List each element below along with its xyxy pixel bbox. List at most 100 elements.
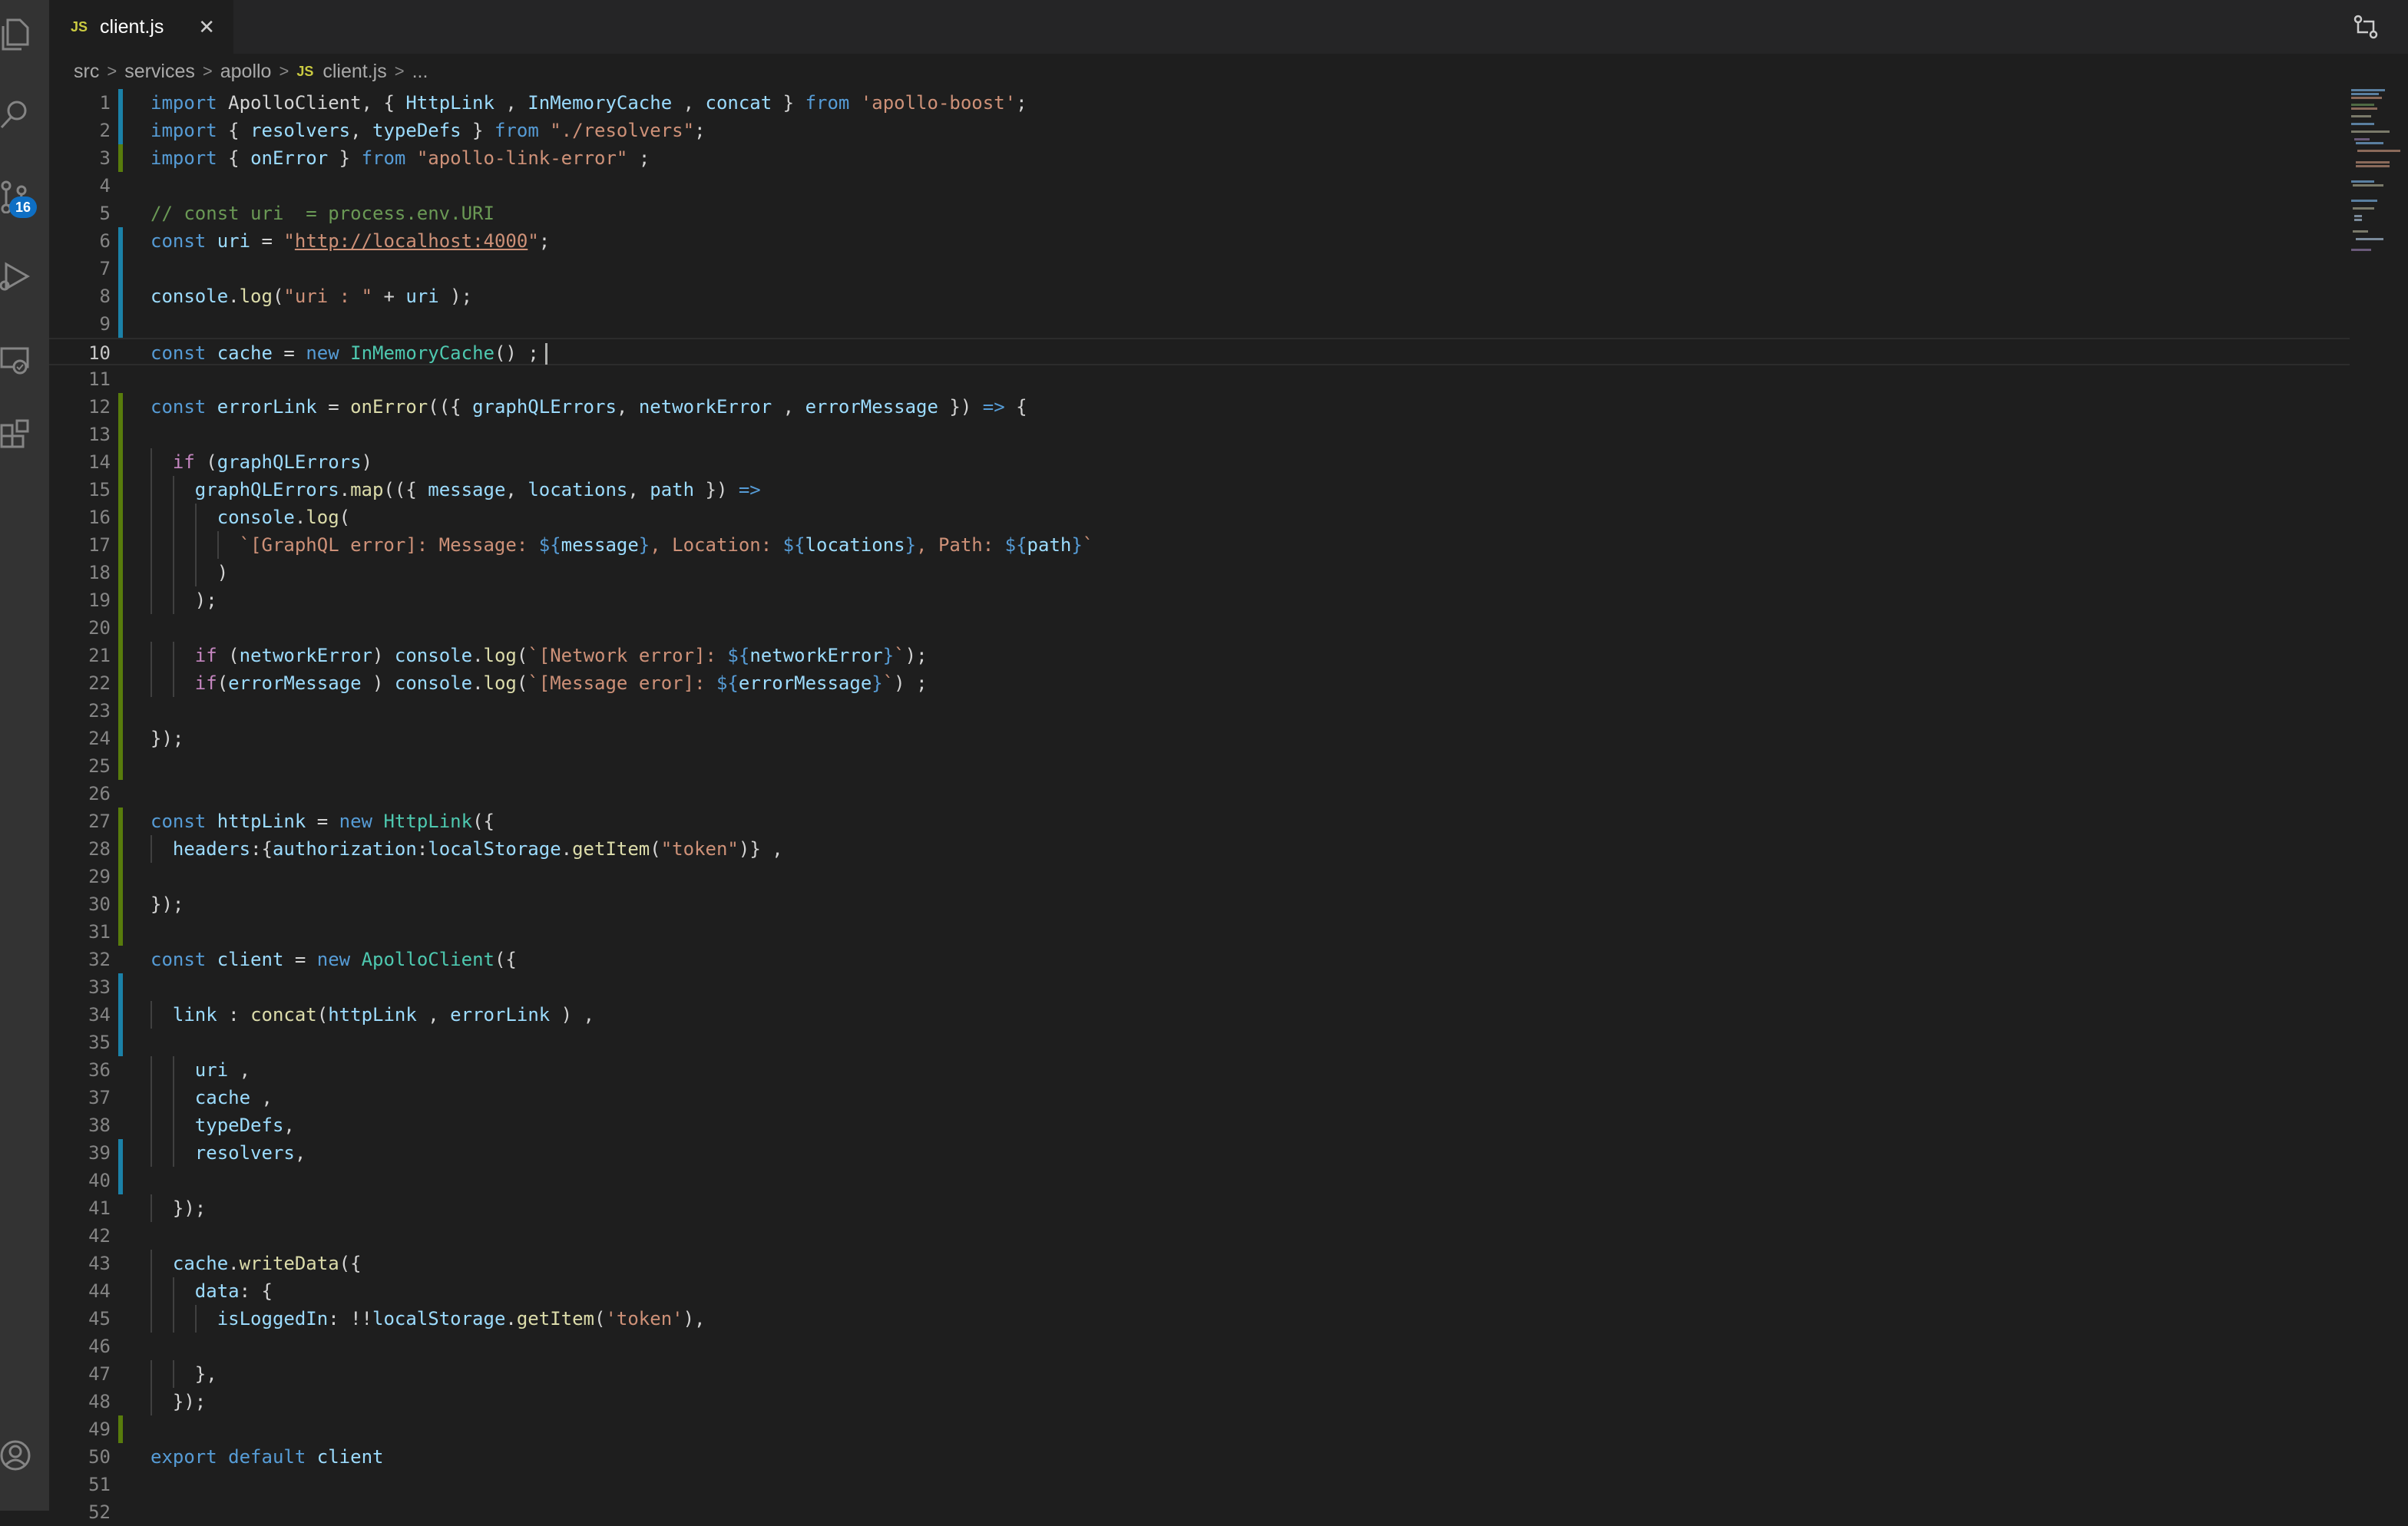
git-added-marker[interactable] <box>118 144 123 172</box>
code-line[interactable]: 37 cache , <box>49 1084 2350 1111</box>
code-line[interactable]: 10 const cache = new InMemoryCache() ; <box>49 338 2350 365</box>
git-added-marker[interactable] <box>118 448 123 476</box>
code-content[interactable]: const httpLink = new HttpLink({ <box>150 808 495 835</box>
code-line[interactable]: 31 <box>49 918 2350 946</box>
code-content[interactable]: typeDefs, <box>150 1111 295 1139</box>
code-content[interactable]: ); <box>150 586 217 614</box>
code-line[interactable]: 19 ); <box>49 586 2350 614</box>
code-content[interactable]: }); <box>150 725 184 752</box>
run-debug-icon[interactable] <box>0 253 37 299</box>
git-modified-marker[interactable] <box>118 973 123 1001</box>
git-modified-marker[interactable] <box>118 310 123 338</box>
code-line[interactable]: 52 <box>49 1498 2350 1526</box>
code-line[interactable]: 42 <box>49 1222 2350 1250</box>
code-line[interactable]: 29 <box>49 863 2350 890</box>
code-line[interactable]: 26 <box>49 780 2350 808</box>
git-added-marker[interactable] <box>118 725 123 752</box>
accounts-icon[interactable] <box>0 1432 37 1478</box>
breadcrumb-item-file[interactable]: client.js <box>322 61 386 83</box>
code-content[interactable]: export default client <box>150 1443 383 1471</box>
breadcrumb-item-apollo[interactable]: apollo <box>220 61 272 83</box>
code-content[interactable]: console.log("uri : " + uri ); <box>150 282 472 310</box>
link-token[interactable]: http://localhost:4000 <box>295 230 528 252</box>
code-line[interactable]: 38 typeDefs, <box>49 1111 2350 1139</box>
code-content[interactable]: }); <box>150 1388 206 1415</box>
code-line[interactable]: 8 console.log("uri : " + uri ); <box>49 282 2350 310</box>
compare-changes-icon[interactable] <box>2353 14 2379 44</box>
git-added-marker[interactable] <box>118 808 123 835</box>
code-line[interactable]: 22 if(errorMessage ) console.log(`[Messa… <box>49 669 2350 697</box>
git-added-marker[interactable] <box>118 559 123 586</box>
breadcrumb-ellipsis[interactable]: ... <box>412 61 428 83</box>
code-content[interactable]: }); <box>150 890 184 918</box>
code-line[interactable]: 12 const errorLink = onError(({ graphQLEr… <box>49 393 2350 421</box>
code-content[interactable]: }, <box>150 1360 217 1388</box>
explorer-icon[interactable] <box>0 11 37 57</box>
search-icon[interactable] <box>0 91 37 137</box>
code-line[interactable]: 14 if (graphQLErrors) <box>49 448 2350 476</box>
code-content[interactable]: import { onError } from "apollo-link-err… <box>150 144 650 172</box>
git-added-marker[interactable] <box>118 752 123 780</box>
code-line[interactable]: 47 }, <box>49 1360 2350 1388</box>
code-content[interactable]: const client = new ApolloClient({ <box>150 946 517 973</box>
code-line[interactable]: 16 console.log( <box>49 504 2350 531</box>
breadcrumb-item-services[interactable]: services <box>124 61 195 83</box>
code-content[interactable]: if (graphQLErrors) <box>150 448 372 476</box>
code-line[interactable]: 7 <box>49 255 2350 282</box>
code-content[interactable]: data: { <box>150 1277 273 1305</box>
git-added-marker[interactable] <box>118 835 123 863</box>
code-line[interactable]: 45 isLoggedIn: !!localStorage.getItem('t… <box>49 1305 2350 1333</box>
code-line[interactable]: 6 const uri = "http://localhost:4000"; <box>49 227 2350 255</box>
code-line[interactable]: 13 <box>49 421 2350 448</box>
code-line[interactable]: 11 <box>49 365 2350 393</box>
code-line[interactable]: 15 graphQLErrors.map(({ message, locatio… <box>49 476 2350 504</box>
code-content[interactable]: }); <box>150 1194 206 1222</box>
code-line[interactable]: 4 <box>49 172 2350 200</box>
code-line[interactable]: 46 <box>49 1333 2350 1360</box>
git-modified-marker[interactable] <box>118 1139 123 1167</box>
code-line[interactable]: 51 <box>49 1471 2350 1498</box>
git-added-marker[interactable] <box>118 421 123 448</box>
git-added-marker[interactable] <box>118 586 123 614</box>
code-content[interactable]: const cache = new InMemoryCache() ; <box>150 339 547 367</box>
tab-client-js[interactable]: JS client.js ✕ <box>49 0 233 54</box>
code-line[interactable]: 20 <box>49 614 2350 642</box>
code-line[interactable]: 49 <box>49 1415 2350 1443</box>
code-line[interactable]: 33 <box>49 973 2350 1001</box>
code-line[interactable]: 9 <box>49 310 2350 338</box>
git-modified-marker[interactable] <box>118 1001 123 1029</box>
code-line[interactable]: 24}); <box>49 725 2350 752</box>
code-line[interactable]: 50 export default client <box>49 1443 2350 1471</box>
code-content[interactable]: if (networkError) console.log(`[Network … <box>150 642 928 669</box>
code-line[interactable]: 5 // const uri = process.env.URI <box>49 200 2350 227</box>
code-content[interactable]: // const uri = process.env.URI <box>150 200 495 227</box>
code-content[interactable]: console.log( <box>150 504 350 531</box>
breadcrumb-item-src[interactable]: src <box>74 61 99 83</box>
code-editor[interactable]: 1 import ApolloClient, { HttpLink , InMem… <box>49 89 2353 1523</box>
code-content[interactable]: const errorLink = onError(({ graphQLErro… <box>150 393 1027 421</box>
git-added-marker[interactable] <box>118 614 123 642</box>
code-line[interactable]: 43 cache.writeData({ <box>49 1250 2350 1277</box>
code-content[interactable]: link : concat(httpLink , errorLink ) , <box>150 1001 594 1029</box>
git-added-marker[interactable] <box>118 669 123 697</box>
code-content[interactable]: uri , <box>150 1056 250 1084</box>
code-line[interactable]: 41 }); <box>49 1194 2350 1222</box>
code-content[interactable]: ) <box>150 559 228 586</box>
git-modified-marker[interactable] <box>118 282 123 310</box>
code-content[interactable]: cache.writeData({ <box>150 1250 362 1277</box>
code-content[interactable]: graphQLErrors.map(({ message, locations,… <box>150 476 761 504</box>
git-modified-marker[interactable] <box>118 1167 123 1194</box>
code-line[interactable]: 23 <box>49 697 2350 725</box>
remote-explorer-icon[interactable] <box>0 336 37 382</box>
code-content[interactable]: if(errorMessage ) console.log(`[Message … <box>150 669 928 697</box>
code-line[interactable]: 40 <box>49 1167 2350 1194</box>
code-line[interactable]: 18 ) <box>49 559 2350 586</box>
git-added-marker[interactable] <box>118 476 123 504</box>
git-added-marker[interactable] <box>118 863 123 890</box>
code-line[interactable]: 35 <box>49 1029 2350 1056</box>
code-line[interactable]: 17 `[GraphQL error]: Message: ${message}… <box>49 531 2350 559</box>
code-line[interactable]: 36 uri , <box>49 1056 2350 1084</box>
code-content[interactable]: headers:{authorization:localStorage.getI… <box>150 835 783 863</box>
code-content[interactable]: import ApolloClient, { HttpLink , InMemo… <box>150 89 1027 117</box>
code-line[interactable]: 25 <box>49 752 2350 780</box>
